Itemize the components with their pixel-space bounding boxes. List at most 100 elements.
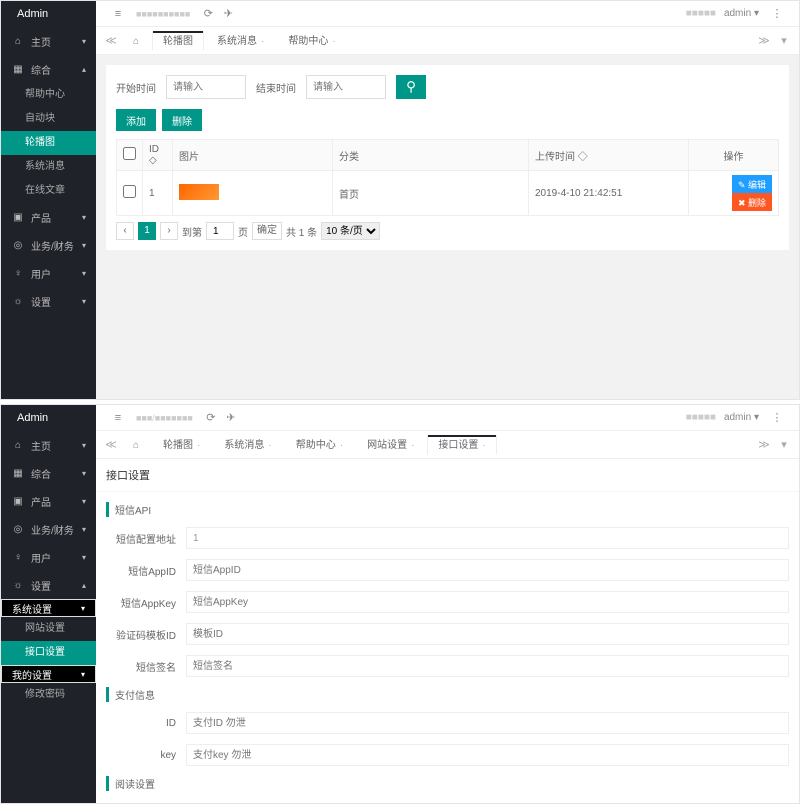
pay-id-input[interactable] [186, 712, 789, 734]
remove-label: 删除 [748, 198, 766, 208]
tab-3[interactable]: 网站设置· [356, 435, 425, 455]
tab-home[interactable]: ⌂ [122, 435, 150, 455]
nav-zh[interactable]: ▦综合▾ [1, 459, 96, 487]
sms-appid-input[interactable] [186, 559, 789, 581]
menu-icon[interactable]: ≡ [108, 8, 128, 20]
page-prev[interactable]: ‹ [116, 222, 134, 240]
close-icon[interactable]: · [340, 440, 343, 451]
send-icon[interactable]: ✈ [221, 411, 241, 424]
pay-key-input[interactable] [186, 744, 789, 766]
nav-sub-help[interactable]: 帮助中心 [1, 83, 96, 107]
user-menu[interactable]: admin ▾ [724, 8, 759, 19]
more-icon[interactable]: ⋮ [767, 411, 787, 424]
tab-home[interactable]: ⌂ [122, 31, 150, 51]
remove-button[interactable]: ✖ 删除 [732, 193, 772, 211]
menu-icon[interactable]: ≡ [108, 412, 128, 424]
refresh-icon[interactable]: ⟳ [201, 411, 221, 424]
nav-fin[interactable]: ◎业务/财务▾ [1, 231, 96, 259]
nav-sub-auto[interactable]: 自动块 [1, 107, 96, 131]
cell-id: 1 [143, 171, 173, 216]
url-display: ■■■■■■■■■■ [136, 9, 190, 19]
close-icon[interactable]: · [332, 36, 335, 47]
chevron-down-icon: ▾ [82, 553, 86, 562]
search-button[interactable]: ⚲ [396, 75, 426, 99]
nav-ifset[interactable]: 接口设置 [1, 641, 96, 665]
nav-siteset[interactable]: 网站设置 [1, 617, 96, 641]
pager-confirm[interactable]: 确定 [252, 222, 282, 240]
tab-carousel[interactable]: 轮播图 [152, 31, 204, 51]
close-icon[interactable]: · [268, 440, 271, 451]
chevron-down-icon: ▾ [81, 604, 85, 613]
nav-home[interactable]: ⌂主页▾ [1, 27, 96, 55]
per-page-select[interactable]: 10 条/页 [321, 222, 380, 240]
sms-addr-input[interactable] [186, 527, 789, 549]
nav-fin[interactable]: ◎业务/财务▾ [1, 515, 96, 543]
sms-tpl-input[interactable] [186, 623, 789, 645]
nav-user-label: 用户 [31, 550, 51, 565]
nav-pwd[interactable]: 修改密码 [1, 683, 96, 707]
tab-2[interactable]: 帮助中心· [285, 435, 354, 455]
nav-set[interactable]: ☼设置▾ [1, 287, 96, 315]
tab-0-label: 轮播图 [163, 440, 193, 451]
nav-zh-label: 综合 [31, 466, 51, 481]
search-icon: ⚲ [406, 79, 416, 94]
close-icon[interactable]: · [411, 440, 414, 451]
nav-prod-label: 产品 [31, 494, 51, 509]
more-icon[interactable]: ⋮ [767, 7, 787, 20]
nav-sysset[interactable]: 系统设置▾ [1, 599, 96, 617]
user-icon: ♀ [11, 268, 25, 279]
nav-user[interactable]: ♀用户▾ [1, 259, 96, 287]
nav-prod[interactable]: ▣产品▾ [1, 487, 96, 515]
chevron-down-icon: ▾ [82, 497, 86, 506]
check-all[interactable] [123, 147, 136, 160]
tabs-prev[interactable]: ≪ [102, 34, 120, 47]
send-icon[interactable]: ✈ [218, 7, 238, 20]
table-row: 1 首页 2019-4-10 21:42:51 ✎ 编辑 ✖ 删除 [117, 171, 779, 216]
th-time[interactable]: 上传时间 ◇ [529, 140, 689, 171]
close-icon[interactable]: · [197, 440, 200, 451]
nav-set[interactable]: ☼设置▴ [1, 571, 96, 599]
edit-button[interactable]: ✎ 编辑 [732, 175, 772, 193]
pay-id-label: ID [106, 718, 186, 729]
cell-op: ✎ 编辑 ✖ 删除 [689, 171, 779, 216]
tab-0[interactable]: 轮播图 · [152, 435, 211, 455]
tab-carousel-label: 轮播图 [163, 36, 193, 47]
nav-myset[interactable]: 我的设置▾ [1, 665, 96, 683]
tabbar: ≪ ⌂ 轮播图 系统消息· 帮助中心· ≫ ▾ [96, 27, 799, 55]
nav-prod[interactable]: ▣产品▾ [1, 203, 96, 231]
nav-sub-art[interactable]: 在线文章 [1, 179, 96, 203]
page-next[interactable]: › [160, 222, 178, 240]
user-menu[interactable]: admin ▾ [724, 412, 759, 423]
tab-1[interactable]: 系统消息· [213, 435, 282, 455]
nav-user[interactable]: ♀用户▾ [1, 543, 96, 571]
sms-sign-input[interactable] [186, 655, 789, 677]
tabs-more[interactable]: ▾ [775, 34, 793, 47]
page-1[interactable]: 1 [138, 222, 156, 240]
close-icon[interactable]: · [482, 440, 485, 451]
close-icon[interactable]: · [261, 36, 264, 47]
sms-appkey-input[interactable] [186, 591, 789, 613]
nav-fin-label: 业务/财务 [31, 522, 74, 537]
tabs-next[interactable]: ≫ [755, 34, 773, 47]
chevron-down-icon: ▾ [82, 269, 86, 278]
page-input[interactable] [206, 222, 234, 240]
nav-home[interactable]: ⌂主页▾ [1, 431, 96, 459]
tabs-more[interactable]: ▾ [775, 438, 793, 451]
delete-button[interactable]: 删除 [162, 109, 202, 131]
refresh-icon[interactable]: ⟳ [198, 7, 218, 20]
end-input[interactable] [306, 75, 386, 99]
tabs-prev[interactable]: ≪ [102, 438, 120, 451]
chevron-up-icon: ▴ [82, 581, 86, 590]
tab-msg[interactable]: 系统消息· [206, 31, 275, 51]
start-input[interactable] [166, 75, 246, 99]
th-id[interactable]: ID ◇ [143, 140, 173, 171]
nav-sub-carousel[interactable]: 轮播图 [1, 131, 96, 155]
row-check[interactable] [123, 185, 136, 198]
tab-help[interactable]: 帮助中心· [277, 31, 346, 51]
tab-4[interactable]: 接口设置· [427, 435, 496, 455]
add-button[interactable]: 添加 [116, 109, 156, 131]
money-icon: ◎ [11, 524, 25, 535]
nav-sub-msg[interactable]: 系统消息 [1, 155, 96, 179]
tabs-next[interactable]: ≫ [755, 438, 773, 451]
nav-zh[interactable]: ▦综合▴ [1, 55, 96, 83]
